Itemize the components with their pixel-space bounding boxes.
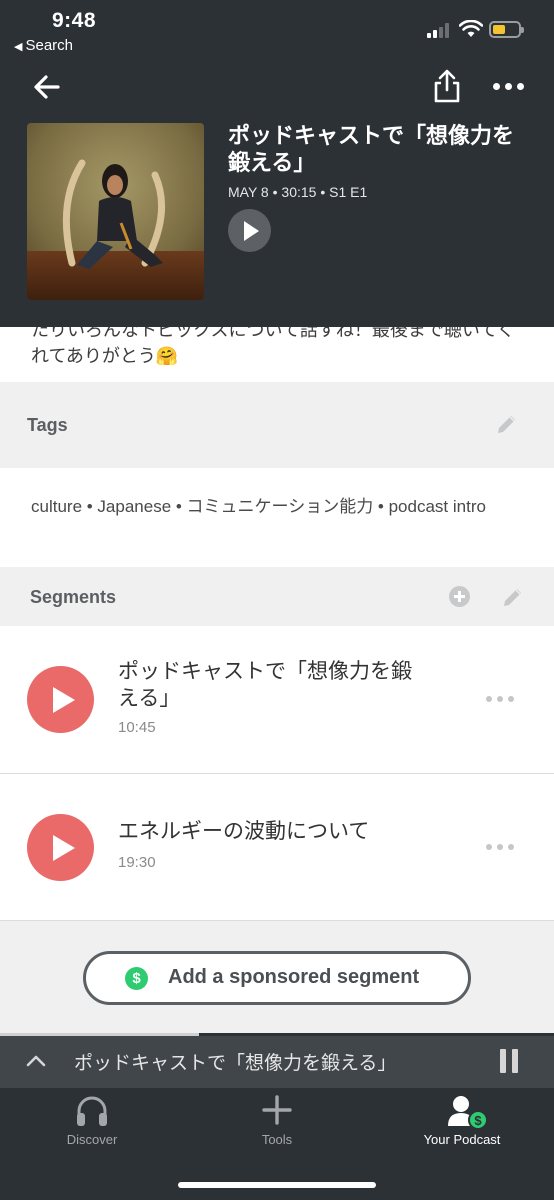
headphones-icon — [77, 1096, 107, 1126]
tab-label: Discover — [66, 1132, 118, 1147]
home-indicator — [178, 1182, 376, 1188]
tags-text: culture • Japanese • コミュニケーション能力 • podca… — [31, 497, 486, 516]
add-sponsored-segment-button[interactable]: $ Add a sponsored segment — [83, 951, 471, 1005]
segment-duration: 19:30 — [118, 854, 156, 871]
back-to-app-link[interactable]: ◀ Search — [14, 37, 73, 54]
tags-section-header: Tags — [0, 382, 554, 468]
back-arrow-icon[interactable] — [30, 70, 64, 104]
user-dollar-icon: $ — [448, 1096, 488, 1130]
segment-play-icon[interactable] — [27, 814, 94, 881]
status-time: 9:48 — [52, 9, 97, 32]
segments-section-header: Segments — [0, 567, 554, 626]
svg-text:$: $ — [474, 1113, 482, 1128]
segments-title: Segments — [30, 587, 117, 607]
add-segment-icon[interactable] — [449, 586, 470, 607]
segment-title: ポッドキャストで「想像力を鍛える」 — [118, 660, 412, 710]
plus-icon — [262, 1095, 292, 1125]
episode-header: 9:48 ◀ Search ポッドキャストで「想像力を鍛える」 MAY 8 • … — [0, 0, 554, 327]
now-playing-title: ポッドキャストで「想像力を鍛える」 — [74, 1053, 397, 1074]
episode-meta: MAY 8 • 30:15 • S1 E1 — [228, 184, 368, 200]
edit-tags-pencil-icon[interactable] — [495, 412, 519, 436]
more-options-icon[interactable] — [488, 76, 528, 96]
podcast-artwork — [27, 123, 204, 300]
signal-icon — [427, 22, 453, 38]
wifi-icon — [459, 20, 483, 37]
segment-title: エネルギーの波動について — [118, 820, 370, 843]
episode-play-icon[interactable] — [228, 209, 271, 252]
segment-more-icon[interactable] — [484, 842, 516, 852]
edit-segments-pencil-icon[interactable] — [501, 585, 525, 609]
status-bar: 9:48 ◀ Search — [0, 0, 554, 60]
segment-row[interactable]: ポッドキャストで「想像力を鍛える」 10:45 — [0, 626, 554, 774]
share-icon[interactable] — [430, 68, 464, 104]
tags-list: culture • Japanese • コミュニケーション能力 • podca… — [0, 468, 554, 567]
chevron-up-icon[interactable] — [25, 1053, 47, 1069]
battery-icon — [489, 21, 524, 38]
tags-title: Tags — [27, 415, 68, 435]
tab-label: Tools — [261, 1132, 293, 1147]
segment-duration: 10:45 — [118, 719, 156, 736]
tab-label: Your Podcast — [423, 1132, 501, 1147]
segment-more-icon[interactable] — [484, 694, 516, 704]
segment-row[interactable]: エネルギーの波動について 19:30 — [0, 774, 554, 921]
episode-title: ポッドキャストで「想像力を鍛える」 — [228, 123, 515, 175]
pause-icon[interactable] — [499, 1049, 519, 1073]
mini-player[interactable]: ポッドキャストで「想像力を鍛える」 — [0, 1036, 554, 1088]
back-app-label: Search — [25, 37, 73, 54]
segment-play-icon[interactable] — [27, 666, 94, 733]
sponsor-area: $ Add a sponsored segment — [0, 921, 554, 1035]
sponsor-button-label: Add a sponsored segment — [168, 966, 420, 988]
dollar-icon: $ — [125, 967, 148, 990]
